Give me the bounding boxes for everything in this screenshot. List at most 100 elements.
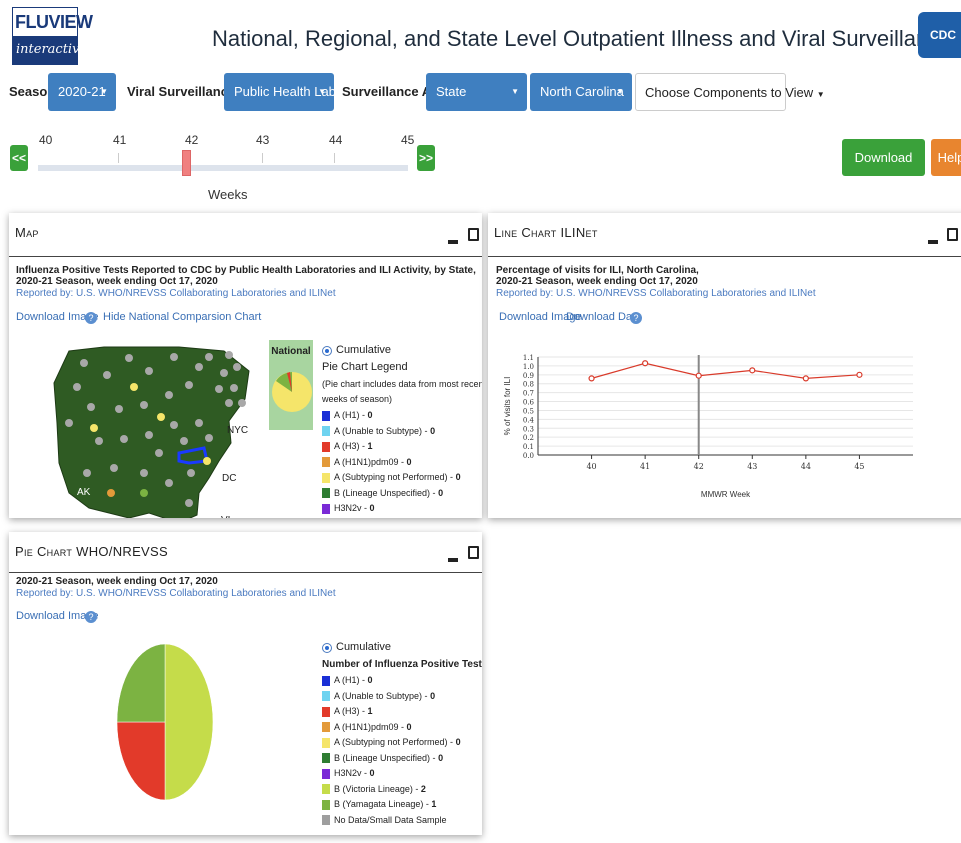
minimize-icon[interactable]: [448, 240, 458, 244]
slider-track[interactable]: [38, 165, 408, 171]
panel-divider: [9, 256, 482, 257]
pie-slice[interactable]: [116, 721, 166, 801]
slider-next-button[interactable]: >>: [417, 145, 435, 171]
map-label-vi: VI: [221, 515, 230, 518]
legend-value: 0: [406, 721, 412, 732]
ili-line-chart[interactable]: 0.00.10.20.30.40.50.60.70.80.91.01.1 40 41…: [488, 343, 961, 513]
season-dropdown[interactable]: 2020-21 ▼: [48, 73, 116, 111]
pie-slice[interactable]: [164, 643, 214, 801]
pie-slice[interactable]: [116, 643, 166, 723]
y-tick-label: 0.4: [523, 416, 535, 424]
panel-divider: [488, 256, 961, 257]
legend-swatch: [322, 410, 330, 421]
slider-tick-mark: [118, 153, 119, 163]
legend-swatch: [322, 503, 330, 514]
maximize-icon[interactable]: [468, 546, 479, 559]
legend-value: 0: [369, 768, 375, 778]
y-axis-label: % of visits for ILI: [503, 377, 512, 436]
panel-subtitle: 2020-21 Season, week ending Oct 17, 2020: [496, 276, 698, 287]
national-pie: [272, 372, 312, 412]
download-data-button[interactable]: Download Data: [842, 139, 925, 202]
x-tick-label: 41: [640, 462, 650, 471]
minimize-icon[interactable]: [448, 558, 458, 562]
legend-item: B (Victoria Lineage) - 2: [322, 784, 426, 795]
components-dropdown[interactable]: Choose Components to View ▼: [635, 73, 825, 111]
national-label: National: [271, 346, 311, 357]
slider-tick-label: 42: [185, 133, 199, 147]
minimize-icon[interactable]: [928, 240, 938, 244]
help-question-icon[interactable]: ?: [85, 312, 97, 324]
cumulative-radio[interactable]: [322, 643, 332, 653]
panel-subtitle: 2020-21 Season, week ending Oct 17, 2020: [16, 276, 218, 287]
cdc-logo[interactable]: CDC: [918, 12, 961, 58]
national-comparison-box: National: [269, 340, 313, 430]
hide-national-link[interactable]: Hide National Comparsion Chart: [103, 311, 261, 323]
slider-axis-label: Weeks: [208, 187, 248, 202]
legend-swatch: [322, 768, 330, 779]
maximize-icon[interactable]: [468, 228, 479, 241]
cumulative-radio[interactable]: [322, 346, 332, 356]
legend-value: 0: [438, 487, 444, 498]
data-point: [802, 375, 809, 382]
legend-item: A (H1N1)pdm09 - 0: [322, 457, 412, 468]
line-chart-panel: Line Chart ILINet Percentage of visits f…: [488, 213, 961, 518]
legend-label: B (Yamagata Lineage) -: [334, 799, 432, 809]
help-question-icon[interactable]: ?: [85, 611, 97, 623]
y-tick-label: 0.1: [523, 443, 534, 451]
legend-item: B (Lineage Unspecified) - 0: [322, 753, 443, 764]
legend-label: B (Victoria Lineage) -: [334, 783, 421, 794]
legend-value: 0: [369, 503, 375, 513]
legend-label: A (Subtyping not Performed) -: [334, 472, 456, 482]
map-label-dc: DC: [222, 473, 236, 484]
data-point: [695, 372, 702, 379]
y-tick-label: 0.8: [523, 381, 534, 389]
legend-label: A (Unable to Subtype) -: [334, 690, 431, 701]
slider-tick-label: 43: [256, 133, 270, 147]
panel-title: Line Chart ILINet: [494, 225, 598, 240]
legend-swatch: [322, 753, 330, 764]
legend-value: 0: [455, 737, 461, 747]
y-tick-label: 0.0: [523, 452, 534, 460]
maximize-icon[interactable]: [947, 228, 958, 241]
legend-value: 0: [367, 410, 373, 420]
x-tick-label: 45: [854, 462, 864, 471]
legend-label: A (H1N1)pdm09 -: [334, 721, 407, 732]
legend-item: A (Subtyping not Performed) - 0: [322, 472, 461, 483]
legend-item: A (Subtyping not Performed) - 0: [322, 737, 461, 748]
legend-value: 0: [367, 675, 373, 685]
pie-chart[interactable]: [109, 642, 229, 822]
logo-bottom-text: interactive: [13, 36, 87, 64]
surveillance-area-dropdown[interactable]: State ▼: [426, 73, 527, 111]
legend-item: A (H1) - 0: [322, 675, 373, 686]
slider-prev-button[interactable]: <<: [10, 145, 28, 171]
y-tick-label: 0.2: [523, 434, 534, 442]
legend-value: 1: [367, 441, 373, 451]
help-button[interactable]: Help: [931, 139, 961, 176]
legend-swatch: [322, 737, 330, 748]
viral-surveillance-dropdown[interactable]: Public Health Labs ▼: [224, 73, 342, 111]
us-map[interactable]: AK HI NYC DC VI: [49, 343, 279, 518]
help-question-icon[interactable]: ?: [630, 312, 642, 324]
legend-value: 1: [431, 799, 437, 809]
y-tick-label: 1.1: [523, 354, 534, 362]
slider-handle[interactable]: [182, 150, 191, 176]
legend-item: A (H3) - 1: [322, 441, 373, 452]
x-tick-label: 40: [586, 462, 596, 471]
panel-subtitle: Influenza Positive Tests Reported to CDC…: [16, 265, 476, 276]
data-point: [588, 375, 595, 382]
legend-value: 0: [438, 752, 444, 763]
legend-label: A (Unable to Subtype) -: [334, 425, 431, 436]
data-point: [856, 371, 863, 378]
fluview-logo[interactable]: FLUVIEW interactive: [12, 7, 93, 65]
x-tick-label: 44: [801, 462, 811, 471]
page-title: National, Regional, and State Level Outp…: [212, 26, 952, 51]
legend-swatch: [322, 799, 330, 810]
legend-label: H3N2v -: [334, 503, 370, 513]
legend-label: A (H3) -: [334, 441, 368, 451]
legend-label: H3N2v -: [334, 768, 370, 778]
filter-bar: Season: 2020-21 ▼ Viral Surveillance By: …: [0, 73, 961, 111]
state-dropdown[interactable]: North Carolina ▼: [530, 73, 632, 111]
legend-label: B (Lineage Unspecified) -: [334, 752, 439, 763]
legend-item: H3N2v - 0: [322, 768, 375, 779]
legend-value: 0: [430, 690, 436, 701]
